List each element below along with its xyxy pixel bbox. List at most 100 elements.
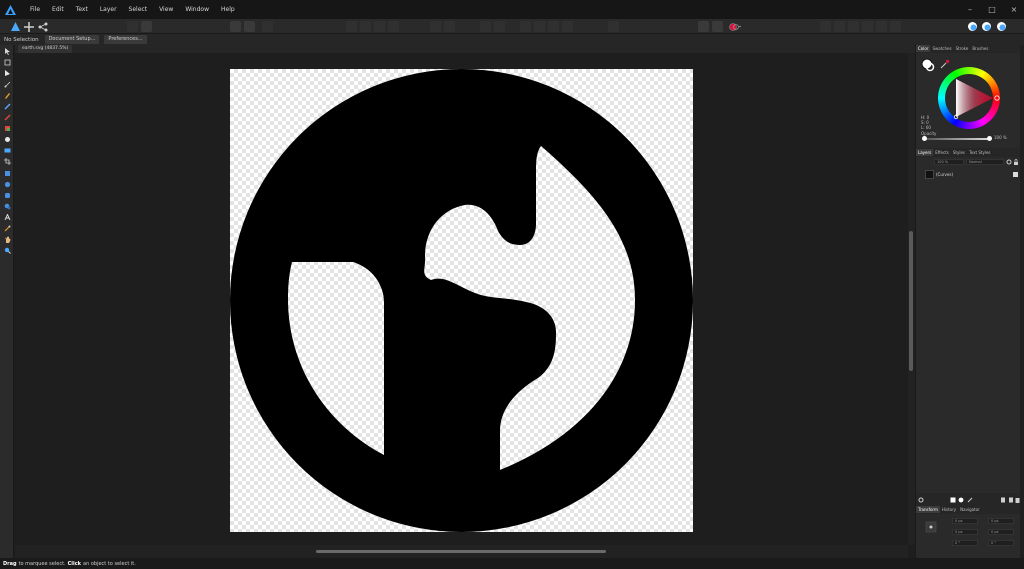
- stroke-swatch-icon[interactable]: [966, 20, 979, 33]
- fill-swatch-icon[interactable]: [980, 20, 993, 33]
- affinity-designer-logo-icon[interactable]: [4, 4, 16, 16]
- align-left-button[interactable]: [346, 21, 357, 32]
- tab-stroke[interactable]: Stroke: [954, 45, 971, 52]
- anchor-selector-icon[interactable]: [924, 520, 938, 534]
- effects-icon[interactable]: [967, 497, 973, 503]
- pixel-persona-icon[interactable]: [22, 20, 35, 33]
- transparency-tool-icon[interactable]: [3, 135, 11, 143]
- document-setup-button[interactable]: Document Setup...: [44, 35, 100, 44]
- menu-help[interactable]: Help: [215, 0, 241, 19]
- align-right-button[interactable]: [374, 21, 385, 32]
- tab-history[interactable]: History: [940, 506, 958, 513]
- transform-y-field[interactable]: 0 px: [952, 529, 978, 535]
- place-image-tool-icon[interactable]: [3, 146, 11, 154]
- ellipse-tool-icon[interactable]: [3, 180, 11, 188]
- tab-text-styles[interactable]: Text Styles: [967, 149, 993, 156]
- boolean-subtract-button[interactable]: [534, 21, 545, 32]
- menu-text[interactable]: Text: [70, 0, 94, 19]
- order-back-button[interactable]: [262, 21, 273, 32]
- layer-visibility-checkbox[interactable]: [1013, 172, 1018, 177]
- fill-tool-icon[interactable]: [3, 124, 11, 132]
- pen-tool-icon[interactable]: [3, 91, 11, 99]
- vector-brush-tool-icon[interactable]: [3, 113, 11, 121]
- snapping-button[interactable]: [230, 21, 241, 32]
- lock-icon[interactable]: [1013, 159, 1019, 165]
- gear-icon[interactable]: [1006, 159, 1012, 165]
- insert-target-button[interactable]: [608, 21, 619, 32]
- vertical-scroll-thumb[interactable]: [909, 231, 913, 371]
- node-tool-icon[interactable]: [3, 69, 11, 77]
- tab-layers[interactable]: Layers: [916, 149, 934, 156]
- snapping-options-button[interactable]: [244, 21, 255, 32]
- horizontal-scroll-thumb[interactable]: [316, 550, 606, 553]
- panels-scrollbar[interactable]: [1020, 45, 1024, 558]
- arrange-button-3[interactable]: [848, 21, 859, 32]
- arrange-button-5[interactable]: [876, 21, 887, 32]
- maximize-button[interactable]: □: [986, 5, 998, 15]
- color-wheel[interactable]: [938, 67, 1000, 129]
- color-picker-tool-icon[interactable]: [3, 224, 11, 232]
- swap-colors-icon[interactable]: [995, 20, 1008, 33]
- view-mode-button[interactable]: [127, 21, 138, 32]
- transform-w-field[interactable]: 0 px: [988, 518, 1014, 524]
- menu-view[interactable]: View: [153, 0, 179, 19]
- arrange-button-1[interactable]: [820, 21, 831, 32]
- tab-swatches[interactable]: Swatches: [930, 45, 953, 52]
- menu-select[interactable]: Select: [123, 0, 154, 19]
- menu-file[interactable]: File: [24, 0, 46, 19]
- rectangle-tool-icon[interactable]: [3, 169, 11, 177]
- flip-horizontal-button[interactable]: [430, 21, 441, 32]
- tab-brushes[interactable]: Brushes: [970, 45, 990, 52]
- transform-shear-field[interactable]: 0 °: [988, 540, 1014, 546]
- artboard[interactable]: [230, 69, 693, 532]
- document-tab[interactable]: earth.svg (4837.5%): [18, 45, 73, 53]
- boolean-intersect-button[interactable]: [548, 21, 559, 32]
- export-persona-icon[interactable]: [36, 20, 49, 33]
- tab-styles[interactable]: Styles: [951, 149, 967, 156]
- transform-x-field[interactable]: 0 px: [952, 518, 978, 524]
- tab-effects[interactable]: Effects: [933, 149, 951, 156]
- point-transform-tool-icon[interactable]: [3, 80, 11, 88]
- transform-h-field[interactable]: 0 px: [988, 529, 1014, 535]
- boolean-xor-button[interactable]: [562, 21, 573, 32]
- transform-rotation-field[interactable]: 0 °: [952, 540, 978, 546]
- adjustment-icon[interactable]: [958, 497, 964, 503]
- color-picker-icon[interactable]: [728, 20, 741, 33]
- close-button[interactable]: ×: [1008, 5, 1020, 15]
- menu-layer[interactable]: Layer: [94, 0, 123, 19]
- minimize-button[interactable]: –: [964, 5, 976, 15]
- rotate-left-button[interactable]: [480, 21, 491, 32]
- opacity-slider[interactable]: [922, 136, 992, 141]
- view-quality-dropdown[interactable]: [712, 21, 723, 32]
- boolean-add-button[interactable]: [520, 21, 531, 32]
- text-tool-icon[interactable]: [3, 213, 11, 221]
- fill-stroke-swatch-icon[interactable]: [921, 58, 935, 72]
- tab-color[interactable]: Color: [916, 45, 931, 52]
- earth-icon[interactable]: [230, 69, 693, 532]
- arrange-button-2[interactable]: [834, 21, 845, 32]
- shape-tool-icon[interactable]: [3, 202, 11, 210]
- designer-persona-icon[interactable]: [9, 20, 22, 33]
- rounded-rectangle-tool-icon[interactable]: [3, 191, 11, 199]
- tab-navigator[interactable]: Navigator: [958, 506, 982, 513]
- tab-transform[interactable]: Transform: [916, 506, 940, 513]
- flip-vertical-button[interactable]: [444, 21, 455, 32]
- opacity-value[interactable]: 100 %: [994, 135, 1007, 140]
- menu-window[interactable]: Window: [179, 0, 215, 19]
- layer-name[interactable]: (Curves): [936, 172, 953, 177]
- horizontal-scrollbar[interactable]: [15, 545, 908, 558]
- align-top-button[interactable]: [388, 21, 399, 32]
- vertical-scrollbar[interactable]: [908, 53, 915, 545]
- arrange-button-6[interactable]: [890, 21, 901, 32]
- view-tool-icon[interactable]: [3, 235, 11, 243]
- add-layer-icon[interactable]: [1000, 497, 1006, 503]
- layer-row[interactable]: (Curves): [916, 169, 1020, 180]
- duplicate-layer-icon[interactable]: [1008, 497, 1014, 503]
- rotate-right-button[interactable]: [494, 21, 505, 32]
- move-tool-icon[interactable]: [3, 47, 11, 55]
- preferences-button[interactable]: Preferences...: [104, 35, 147, 44]
- view-quality-button[interactable]: [698, 21, 709, 32]
- menu-edit[interactable]: Edit: [46, 0, 70, 19]
- arrange-button-4[interactable]: [862, 21, 873, 32]
- pencil-tool-icon[interactable]: [3, 102, 11, 110]
